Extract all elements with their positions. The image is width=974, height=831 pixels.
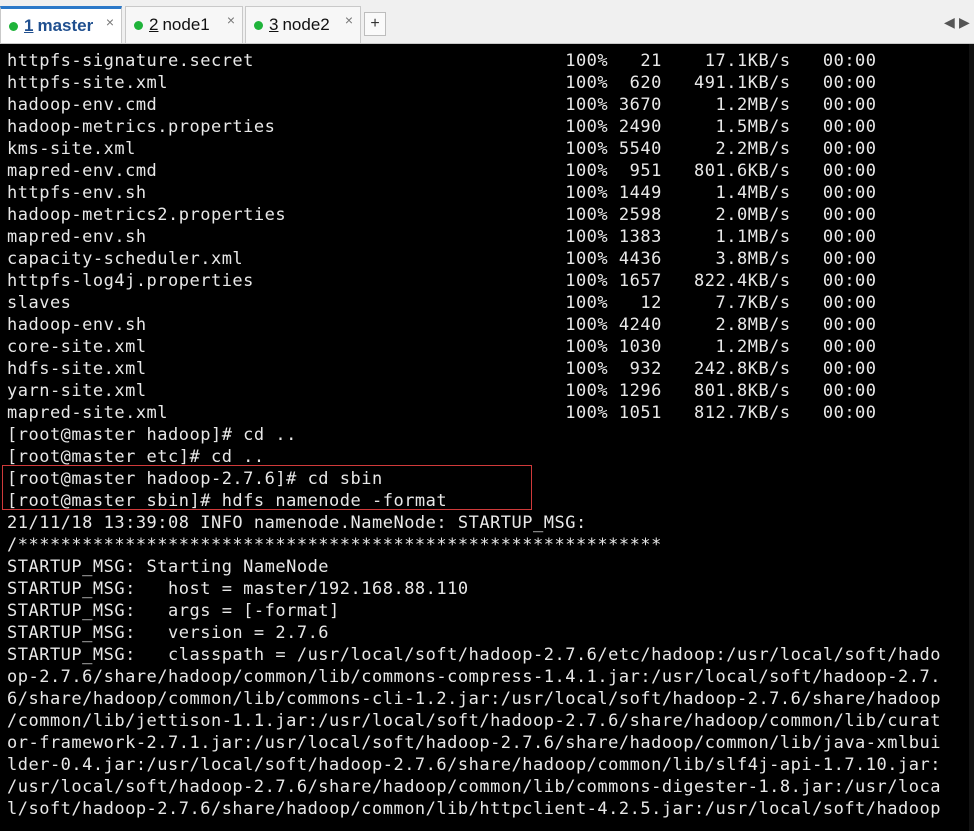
tab-label: master	[37, 16, 94, 35]
terminal-line: STARTUP_MSG: args = [-format]	[7, 601, 340, 621]
terminal-line: kms-site.xml 100% 5540 2.2MB/s 00:00	[7, 139, 877, 159]
connected-status-icon	[134, 20, 143, 30]
terminal-line: httpfs-env.sh 100% 1449 1.4MB/s 00:00	[7, 183, 877, 203]
terminal-line: l/soft/hadoop-2.7.6/share/hadoop/common/…	[7, 799, 941, 819]
close-icon[interactable]: ×	[106, 14, 114, 30]
tab-label: node1	[162, 15, 210, 34]
terminal-line: httpfs-site.xml 100% 620 491.1KB/s 00:00	[7, 73, 877, 93]
tab-bar: 1 master × 2 node1 × 3 node2 × + ◀ ▶	[0, 0, 974, 44]
terminal-line: hdfs-site.xml 100% 932 242.8KB/s 00:00	[7, 359, 877, 379]
terminal-line: hadoop-metrics2.properties 100% 2598 2.0…	[7, 205, 877, 225]
tab-scroll-right-icon[interactable]: ▶	[959, 14, 970, 31]
terminal-line: 6/share/hadoop/common/lib/commons-cli-1.…	[7, 689, 941, 709]
terminal-line: mapred-env.cmd 100% 951 801.6KB/s 00:00	[7, 161, 877, 181]
tab-scroll-left-icon[interactable]: ◀	[944, 14, 955, 31]
terminal-line: /common/lib/jettison-1.1.jar:/usr/local/…	[7, 711, 941, 731]
terminal-line: mapred-env.sh 100% 1383 1.1MB/s 00:00	[7, 227, 877, 247]
close-icon[interactable]: ×	[227, 12, 235, 28]
terminal-line: STARTUP_MSG: Starting NameNode	[7, 557, 330, 577]
terminal-line: yarn-site.xml 100% 1296 801.8KB/s 00:00	[7, 381, 877, 401]
terminal-scrollbar[interactable]	[969, 44, 974, 831]
tab-number: 1	[24, 16, 34, 35]
tab-master[interactable]: 1 master ×	[0, 6, 122, 43]
tab-node1[interactable]: 2 node1 ×	[125, 6, 243, 43]
tab-number: 2	[149, 15, 159, 34]
terminal-line: lder-0.4.jar:/usr/local/soft/hadoop-2.7.…	[7, 755, 941, 775]
terminal-line: hadoop-env.sh 100% 4240 2.8MB/s 00:00	[7, 315, 877, 335]
terminal-line: core-site.xml 100% 1030 1.2MB/s 00:00	[7, 337, 877, 357]
add-tab-button[interactable]: +	[364, 12, 386, 36]
terminal-line: hadoop-metrics.properties 100% 2490 1.5M…	[7, 117, 877, 137]
tab-number: 3	[269, 15, 279, 34]
terminal-line: /usr/local/soft/hadoop-2.7.6/share/hadoo…	[7, 777, 941, 797]
tab-label: node2	[282, 15, 330, 34]
terminal-line: httpfs-signature.secret 100% 21 17.1KB/s…	[7, 51, 877, 71]
terminal-line: op-2.7.6/share/hadoop/common/lib/commons…	[7, 667, 941, 687]
terminal-line: STARTUP_MSG: classpath = /usr/local/soft…	[7, 645, 941, 665]
terminal-line: /***************************************…	[7, 535, 662, 555]
terminal-line: or-framework-2.7.1.jar:/usr/local/soft/h…	[7, 733, 941, 753]
terminal-line: hadoop-env.cmd 100% 3670 1.2MB/s 00:00	[7, 95, 877, 115]
terminal-line: mapred-site.xml 100% 1051 812.7KB/s 00:0…	[7, 403, 877, 423]
terminal-output[interactable]: httpfs-signature.secret 100% 21 17.1KB/s…	[7, 50, 969, 828]
connected-status-icon	[254, 20, 263, 30]
terminal-line: slaves 100% 12 7.7KB/s 00:00	[7, 293, 877, 313]
tab-node2[interactable]: 3 node2 ×	[245, 6, 361, 43]
terminal-line: STARTUP_MSG: host = master/192.168.88.11…	[7, 579, 469, 599]
terminal-line: capacity-scheduler.xml 100% 4436 3.8MB/s…	[7, 249, 877, 269]
terminal-line: STARTUP_MSG: version = 2.7.6	[7, 623, 330, 643]
terminal-line: [root@master hadoop]# cd ..	[7, 425, 297, 445]
close-icon[interactable]: ×	[345, 12, 353, 28]
connected-status-icon	[9, 21, 18, 31]
terminal-line: 21/11/18 13:39:08 INFO namenode.NameNode…	[7, 513, 587, 533]
terminal-line: httpfs-log4j.properties 100% 1657 822.4K…	[7, 271, 877, 291]
highlight-box	[2, 465, 532, 510]
